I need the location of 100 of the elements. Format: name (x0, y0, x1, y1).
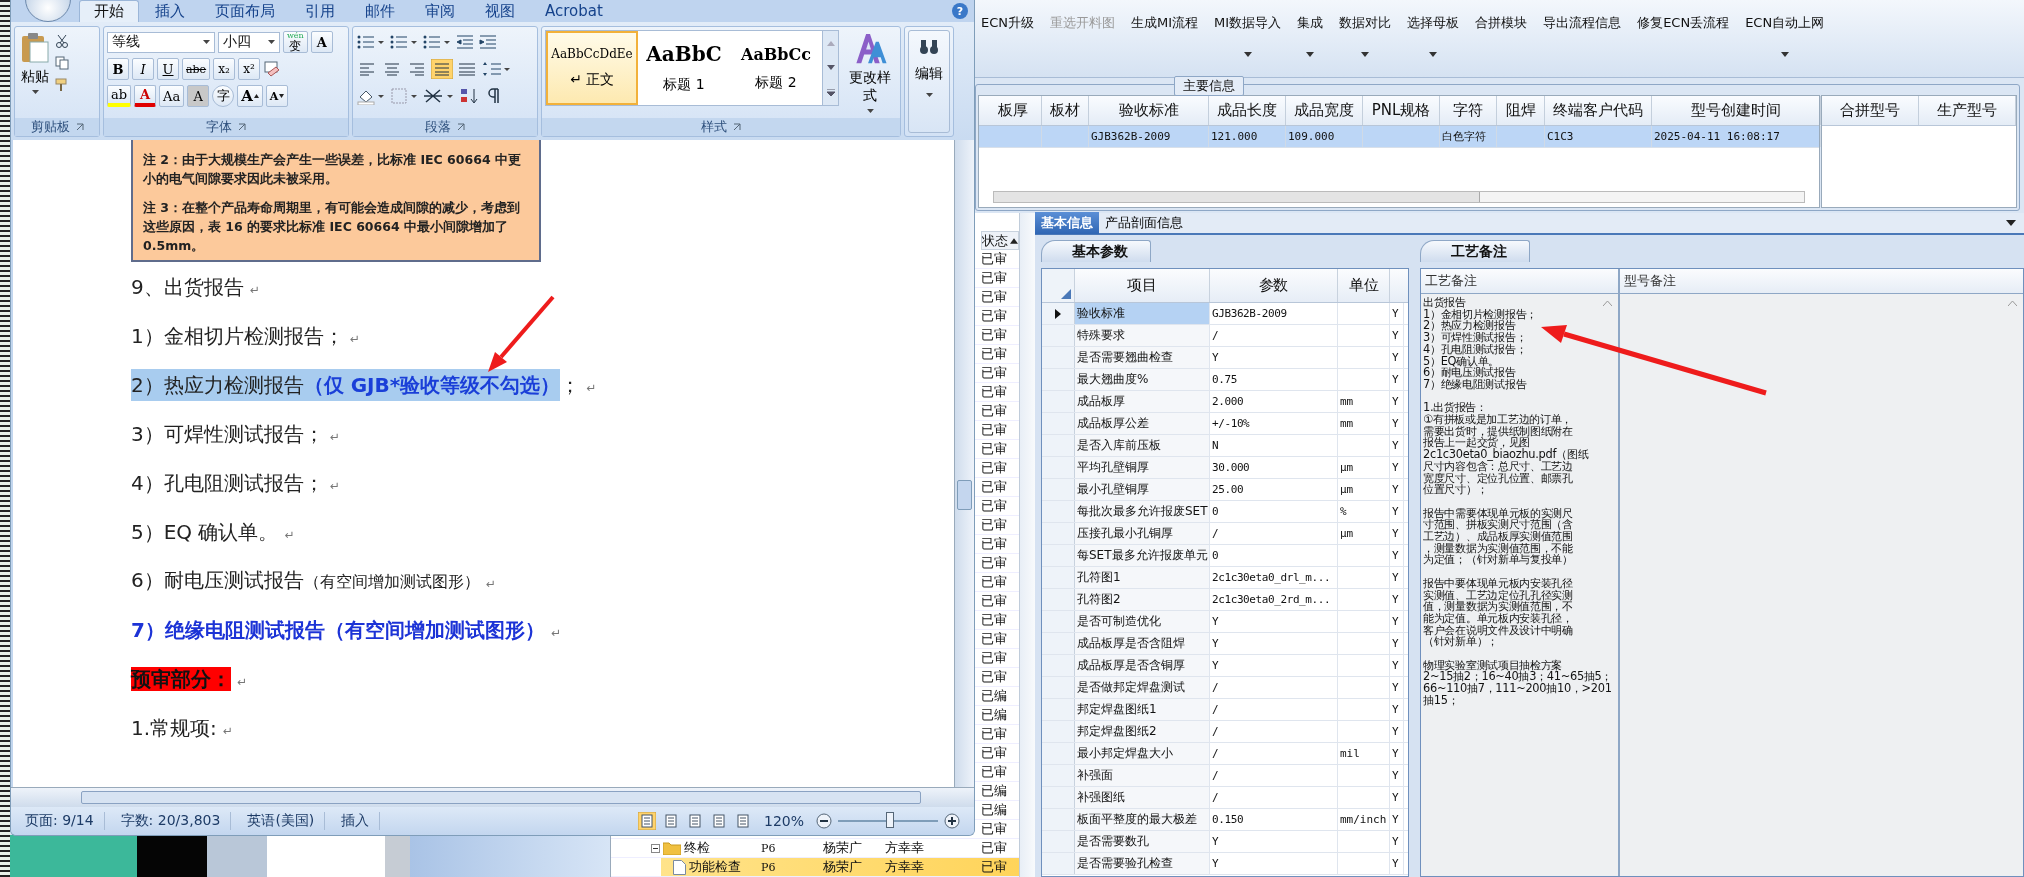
table-cell[interactable]: 每批次最多允许报废SET (1075, 501, 1210, 522)
table-cell[interactable]: 成品板厚 (1075, 391, 1210, 412)
tab[interactable]: 产品剖面信息 (1099, 212, 1189, 234)
zoom-out-icon[interactable] (816, 813, 832, 829)
paste-button[interactable]: 粘贴 (18, 30, 52, 115)
word-count[interactable]: 字数: 20/3,803 (110, 812, 232, 830)
column-header[interactable]: 工艺备注 (1421, 269, 1620, 293)
table-cell[interactable]: 补强图纸 (1075, 787, 1210, 808)
table-cell[interactable]: 孔符图1 (1075, 567, 1210, 588)
line-spacing-icon[interactable] (481, 60, 511, 78)
font-effect-button[interactable]: 字 (212, 85, 235, 107)
toolbar-button[interactable]: 生成MI流程 (1125, 12, 1205, 66)
launcher-icon[interactable] (75, 123, 84, 131)
toolbar-button[interactable]: 导出流程信息 (1537, 12, 1628, 66)
help-button[interactable]: ? (952, 3, 968, 19)
toolbar-button[interactable]: 集成 (1291, 12, 1330, 66)
column-header[interactable]: 验收标准 (1089, 96, 1209, 125)
column-header[interactable]: 参数 (1210, 269, 1338, 302)
clear-format-icon[interactable] (263, 60, 282, 78)
list-row[interactable]: 功能检查 P6 杨荣广 方幸幸 已审 (611, 858, 1019, 877)
font-effect-button[interactable]: Aa (159, 85, 185, 107)
horizontal-scrollbar[interactable] (993, 191, 1805, 203)
column-header[interactable]: 状态 (981, 231, 1019, 250)
toolbar-button[interactable]: ECN升级 (975, 12, 1040, 66)
table-cell[interactable]: 是否做邦定焊盘测试 (1075, 677, 1210, 698)
font-effect-button[interactable]: A (134, 85, 157, 107)
table-cell[interactable]: 成品板厚是否含阻焊 (1075, 633, 1210, 654)
column-header[interactable]: 板材 (1042, 96, 1089, 125)
font-effect-button[interactable]: A (187, 85, 210, 107)
decrease-indent-icon[interactable] (455, 33, 475, 51)
tab[interactable]: 基本信息 (1035, 212, 1099, 234)
scroll-up-icon[interactable] (2008, 300, 2017, 306)
toolbar-button[interactable]: 数据对比 (1333, 12, 1398, 66)
page-count[interactable]: 页面: 9/14 (15, 812, 105, 830)
table-row[interactable]: GJB362B-2009 121.000 109.000 白色字符 C1C3 2025-04-11 16:08:17 (979, 126, 1819, 148)
font-name-field[interactable]: 等线 (107, 31, 215, 53)
vertical-scrollbar[interactable] (1019, 213, 1035, 877)
table-cell[interactable]: 最小邦定焊盘大小 (1075, 743, 1210, 764)
change-styles-button[interactable]: 更改样式 (843, 30, 897, 115)
launcher-icon[interactable] (457, 123, 465, 131)
language-indicator[interactable]: 英语(美国) (237, 812, 326, 830)
format-button[interactable]: B (107, 58, 129, 80)
column-header[interactable]: 项目 (1075, 269, 1210, 302)
launcher-icon[interactable] (238, 123, 246, 131)
format-button[interactable]: x² (238, 58, 261, 80)
table-cell[interactable]: 成品板厚是否含铜厚 (1075, 655, 1210, 676)
table-cell[interactable]: 验收标准 (1075, 303, 1210, 324)
zoom-in-icon[interactable] (944, 813, 960, 829)
font-effect-button[interactable]: A (237, 85, 263, 107)
asian-layout-icon[interactable] (422, 87, 456, 105)
column-header[interactable]: 型号备注 (1620, 269, 2023, 293)
list-icon[interactable] (422, 33, 452, 51)
table-cell[interactable]: 每SET最多允许报废单元 (1075, 545, 1210, 566)
column-header[interactable]: 生产型号 (1919, 96, 2016, 125)
ribbon-tab[interactable]: Acrobat (531, 0, 617, 22)
table-cell[interactable]: 压接孔最小孔铜厚 (1075, 523, 1210, 544)
table-cell[interactable]: 是否需要数孔 (1075, 831, 1210, 852)
toolbar-button[interactable]: 合拼模块 (1469, 12, 1534, 66)
ribbon-tab[interactable]: 开始 (79, 0, 139, 22)
cut-icon[interactable] (55, 34, 69, 48)
font-effect-button[interactable]: A (265, 85, 289, 107)
phonetic-guide-button[interactable]: wén 变 (283, 31, 308, 53)
ribbon-tab[interactable]: 插入 (141, 0, 199, 22)
editing-button[interactable]: 编辑 (908, 30, 950, 133)
table-cell[interactable]: 是否需要翘曲检查 (1075, 347, 1210, 368)
column-header[interactable]: 终端客户代码 (1545, 96, 1652, 125)
column-header[interactable] (1042, 269, 1075, 302)
ribbon-tab[interactable]: 邮件 (351, 0, 409, 22)
align-icon[interactable] (431, 59, 453, 79)
table-cell[interactable]: 最小孔壁铜厚 (1075, 479, 1210, 500)
dropdown-icon[interactable] (2006, 220, 2016, 226)
font-effect-button[interactable]: ab (107, 85, 132, 107)
toolbar-button[interactable]: 修复ECN丢流程 (1631, 12, 1736, 66)
increase-indent-icon[interactable] (478, 33, 498, 51)
row-header[interactable] (1042, 303, 1075, 324)
collapse-icon[interactable] (651, 843, 660, 853)
toolbar-button[interactable]: MI数据导入 (1208, 12, 1288, 66)
list-icon[interactable] (389, 33, 419, 51)
column-header[interactable]: 成品宽度 (1286, 96, 1363, 125)
ribbon-tab[interactable]: 引用 (291, 0, 349, 22)
table-cell[interactable]: 平均孔壁铜厚 (1075, 457, 1210, 478)
table-cell[interactable]: 补强面 (1075, 765, 1210, 786)
column-header[interactable]: 阻焊 (1497, 96, 1545, 125)
table-cell[interactable]: 是否需要验孔检查 (1075, 853, 1210, 874)
format-button[interactable]: U (157, 58, 179, 80)
launcher-icon[interactable] (733, 123, 741, 131)
ribbon-tab[interactable]: 视图 (471, 0, 529, 22)
table-cell[interactable]: 孔符图2 (1075, 589, 1210, 610)
scroll-up-icon[interactable] (1603, 300, 1612, 306)
format-button[interactable]: abe (182, 58, 211, 80)
format-painter-icon[interactable] (55, 78, 69, 92)
slider-thumb[interactable] (886, 812, 894, 828)
scroll-down-icon[interactable] (826, 64, 835, 70)
table-cell[interactable]: 板面平整度的最大极差 (1075, 809, 1210, 830)
column-header[interactable]: 单位 (1338, 269, 1390, 302)
column-header[interactable]: 板厚 (984, 96, 1042, 125)
table-cell[interactable]: 成品板厚公差 (1075, 413, 1210, 434)
style-preset[interactable]: AaBbCcDdEe ↵ 正文 (546, 31, 638, 105)
tab[interactable]: 工艺备注 (1420, 240, 1530, 262)
insert-mode[interactable]: 插入 (331, 812, 381, 830)
